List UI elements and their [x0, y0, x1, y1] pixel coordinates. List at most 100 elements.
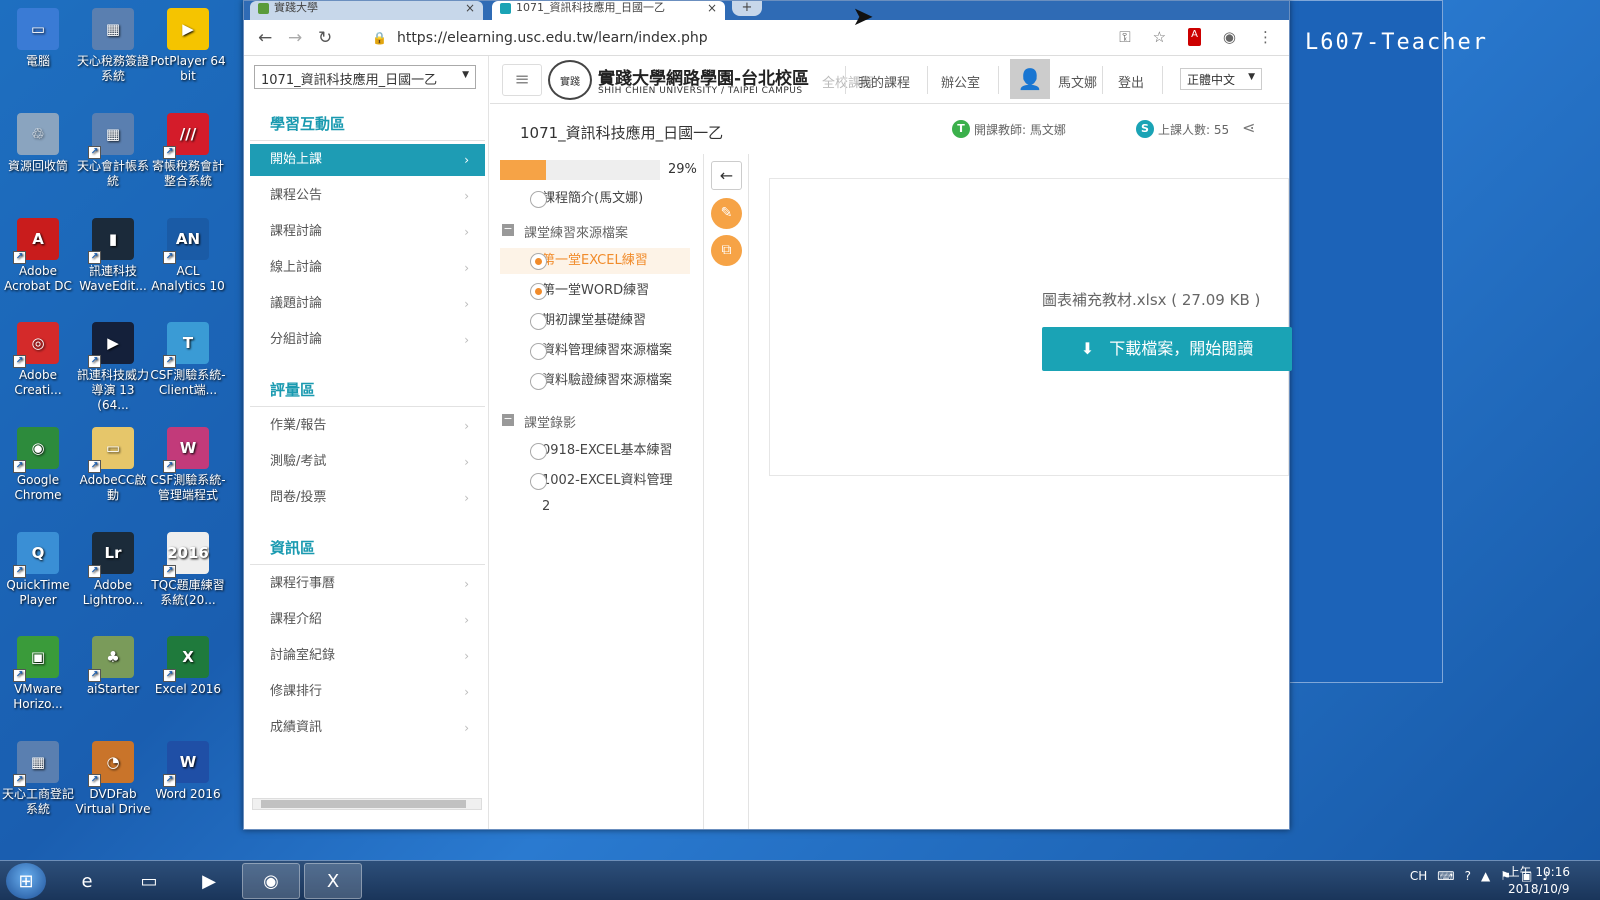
browser-tab-1[interactable]: 實踐大學 ×	[250, 1, 483, 20]
share-icon[interactable]: ⋖	[1242, 118, 1255, 137]
hamburger-menu-icon[interactable]: ≡	[502, 64, 542, 96]
back-button[interactable]: ←	[711, 161, 742, 190]
desktop-shortcut[interactable]: Lr ↗ Adobe Lightroo...	[75, 532, 151, 608]
desktop-shortcut[interactable]: ◎ ↗ Adobe Creati...	[0, 322, 76, 398]
desktop-shortcut[interactable]: 2016 ↗ TQC題庫練習系統(20...	[150, 532, 226, 608]
outline-item-label: 資料管理練習來源檔案	[542, 343, 673, 358]
explorer-taskbar-icon[interactable]: ▭	[120, 863, 178, 899]
desktop-shortcut[interactable]: ▦ 天心稅務簽證系統	[75, 8, 151, 84]
media-player-taskbar-icon[interactable]: ▶	[180, 863, 238, 899]
help-icon[interactable]: ?	[1465, 869, 1471, 883]
outline-item[interactable]: 課程簡介(馬文娜)	[500, 186, 690, 212]
sidebar-item-label: 修課排行	[270, 684, 323, 699]
close-icon[interactable]: ×	[707, 1, 717, 15]
sidebar-item[interactable]: 課程公告 ›	[250, 180, 485, 212]
sidebar-item[interactable]: 課程討論 ›	[250, 216, 485, 248]
horizontal-scrollbar[interactable]	[252, 798, 482, 810]
outline-item[interactable]: 0918-EXCEL基本練習	[500, 438, 690, 464]
sidebar-item[interactable]: 課程行事曆 ›	[250, 568, 485, 600]
desktop-shortcut[interactable]: AN ↗ ACL Analytics 10	[150, 218, 226, 294]
avatar[interactable]: 👤	[1010, 59, 1050, 99]
new-tab-button[interactable]: +	[732, 1, 762, 16]
desktop-shortcut[interactable]: ♣ ↗ aiStarter	[75, 636, 151, 697]
chevron-right-icon: ›	[464, 189, 469, 203]
outline-item[interactable]: 期初課堂基礎練習	[500, 308, 690, 334]
divider	[845, 66, 846, 94]
note-icon[interactable]: ✎	[711, 198, 742, 229]
back-arrow-icon[interactable]: ←	[258, 28, 272, 48]
scrollbar-thumb[interactable]	[261, 800, 466, 808]
desktop-shortcut[interactable]: ▣ ↗ VMware Horizo...	[0, 636, 76, 712]
language-select[interactable]: 正體中文 ▼	[1180, 68, 1262, 90]
start-button[interactable]: ⊞	[6, 863, 46, 899]
section-title-text: 評量區	[270, 381, 316, 399]
desktop-shortcut[interactable]: ▦ ↗ 天心會計帳系統	[75, 113, 151, 189]
sidebar-item[interactable]: 線上討論 ›	[250, 252, 485, 284]
menu-dots-icon[interactable]: ⋮	[1258, 28, 1273, 46]
browser-tab-2[interactable]: 1071_資訊科技應用_日國一乙 ×	[492, 1, 725, 20]
excel-taskbar-icon[interactable]: X	[304, 863, 362, 899]
outline-item[interactable]: 資料管理練習來源檔案	[500, 338, 690, 364]
outline-group-title: 課堂練習來源檔案	[524, 226, 629, 241]
desktop-shortcut[interactable]: ///↗ 寄帳稅務會計整合系統	[150, 113, 226, 189]
forward-arrow-icon[interactable]: →	[288, 28, 302, 48]
nav-my-courses[interactable]: 我的課程	[858, 72, 910, 91]
tray-expand-icon[interactable]: ▲	[1481, 869, 1490, 883]
input-language[interactable]: CH	[1410, 869, 1427, 883]
collapse-icon[interactable]: −	[502, 413, 514, 426]
user-name[interactable]: 馬文娜	[1058, 72, 1097, 91]
desktop-shortcut[interactable]: ▭ ↗ AdobeCC啟動	[75, 427, 151, 503]
close-icon[interactable]: ×	[465, 1, 475, 15]
sidebar-item[interactable]: 議題討論 ›	[250, 288, 485, 320]
outline-item[interactable]: 1002-EXCEL資料管理	[500, 468, 690, 494]
desktop-shortcut[interactable]: ▭ 電腦	[0, 8, 76, 69]
outline-item-label: 第一堂WORD練習	[542, 283, 650, 298]
outline-group[interactable]: − 課堂錄影	[502, 412, 576, 431]
chrome-taskbar-icon[interactable]: ◉	[242, 863, 300, 899]
desktop-shortcut[interactable]: X ↗ Excel 2016	[150, 636, 226, 697]
window-icon[interactable]: ⧉	[711, 235, 742, 266]
url-text: https://elearning.usc.edu.tw/learn/index…	[396, 30, 708, 46]
desktop-shortcut[interactable]: ▶ PotPlayer 64 bit	[150, 8, 226, 84]
outline-item[interactable]: 第一堂WORD練習	[500, 278, 690, 304]
download-button[interactable]: ⬇ 下載檔案，開始閱讀	[1042, 327, 1292, 371]
desktop-shortcut[interactable]: ◉ ↗ Google Chrome	[0, 427, 76, 503]
keyboard-icon[interactable]: ⌨	[1437, 869, 1454, 883]
sidebar-item[interactable]: 修課排行 ›	[250, 676, 485, 708]
collapse-icon[interactable]: −	[502, 223, 514, 236]
pdf-extension-icon[interactable]: A	[1188, 28, 1201, 46]
desktop-shortcut[interactable]: ▶ ↗ 訊連科技威力導演 13 (64...	[75, 322, 151, 413]
desktop-shortcut[interactable]: ◔ ↗ DVDFab Virtual Drive	[75, 741, 151, 817]
sidebar-item[interactable]: 作業/報告 ›	[250, 410, 485, 442]
url-field[interactable]: 🔒 https://elearning.usc.edu.tw/learn/inde…	[372, 30, 708, 46]
desktop-shortcut[interactable]: W ↗ CSF測驗系統-管理端程式	[150, 427, 226, 503]
clock[interactable]: 上午 10:16 2018/10/9	[1508, 864, 1570, 898]
desktop-shortcut[interactable]: ♲ 資源回收筒	[0, 113, 76, 174]
star-icon[interactable]: ☆	[1153, 28, 1166, 46]
desktop-shortcut[interactable]: T ↗ CSF測驗系統-Client端...	[150, 322, 226, 398]
sidebar-item-label: 議題討論	[270, 296, 323, 311]
sidebar-item[interactable]: 問卷/投票 ›	[250, 482, 485, 514]
sidebar-item[interactable]: 測驗/考試 ›	[250, 446, 485, 478]
desktop-shortcut[interactable]: W ↗ Word 2016	[150, 741, 226, 802]
sidebar-item[interactable]: 成績資訊 ›	[250, 712, 485, 744]
desktop-shortcut[interactable]: A ↗ Adobe Acrobat DC	[0, 218, 76, 294]
outline-group[interactable]: − 課堂練習來源檔案	[502, 222, 628, 241]
desktop-shortcut[interactable]: Q ↗ QuickTime Player	[0, 532, 76, 608]
sidebar-item[interactable]: 分組討論 ›	[250, 324, 485, 356]
course-select[interactable]: 1071_資訊科技應用_日國一乙 ▼	[254, 65, 476, 89]
desktop-shortcut[interactable]: ▦ ↗ 天心工商登記系統	[0, 741, 76, 817]
outline-item[interactable]: 第一堂EXCEL練習	[500, 248, 690, 274]
sidebar-item[interactable]: 課程介紹 ›	[250, 604, 485, 636]
ie-taskbar-icon[interactable]: e	[58, 863, 116, 899]
divider	[250, 140, 485, 141]
sidebar-item[interactable]: 開始上課 ›	[250, 144, 485, 176]
sidebar-item[interactable]: 討論室紀錄 ›	[250, 640, 485, 672]
logout-link[interactable]: 登出	[1118, 72, 1144, 91]
outline-item[interactable]: 資料驗證練習來源檔案	[500, 368, 690, 394]
desktop-shortcut[interactable]: ▮ ↗ 訊連科技 WaveEdit...	[75, 218, 151, 294]
key-icon[interactable]: ⚿	[1119, 28, 1130, 46]
reload-icon[interactable]: ↻	[318, 28, 332, 48]
account-icon[interactable]: ◉	[1223, 28, 1236, 46]
nav-office[interactable]: 辦公室	[941, 72, 980, 91]
